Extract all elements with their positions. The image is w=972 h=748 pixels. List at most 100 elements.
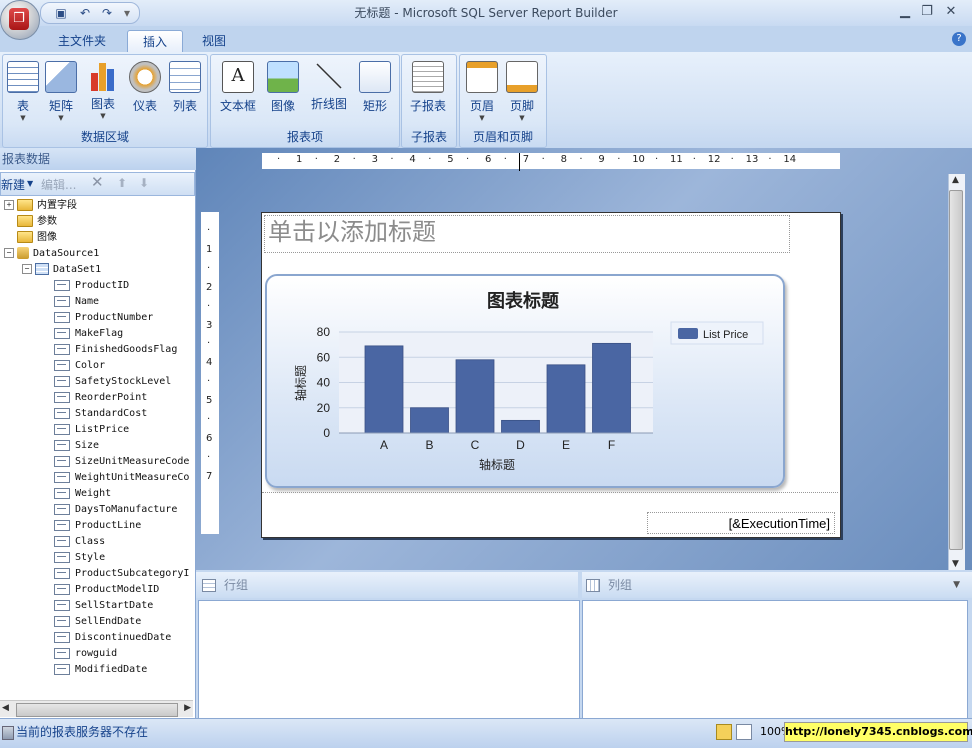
list-button-label: 列表	[172, 99, 197, 113]
textbox-button-label: 文本框	[219, 99, 256, 113]
list-button[interactable]: 列表	[165, 61, 205, 123]
row-groups-header: 行组	[196, 572, 578, 598]
chart-bar	[364, 345, 404, 434]
row-groups-pane[interactable]	[198, 600, 580, 720]
tree-field-label: ProductID	[75, 280, 130, 291]
tree-horizontal-scrollbar[interactable]: ◀ ▶	[0, 700, 193, 717]
tab-view[interactable]: 视图	[190, 30, 238, 52]
tab-home[interactable]: 主文件夹	[46, 30, 118, 52]
ruler-tick-label: 4	[206, 357, 213, 369]
execution-time-textbox[interactable]: [&ExecutionTime]	[647, 512, 835, 534]
ruler-tick-label: 6	[485, 154, 492, 165]
page-footer-button[interactable]: 页脚 ▼	[502, 61, 542, 123]
tree-field[interactable]: SellEndDate	[54, 614, 141, 630]
restore-icon[interactable]: ❐	[918, 4, 936, 20]
scroll-thumb[interactable]	[16, 703, 178, 717]
minimize-icon[interactable]: ▁	[896, 4, 914, 20]
collapse-icon[interactable]: −	[4, 248, 14, 258]
tab-insert[interactable]: 插入	[127, 30, 183, 53]
tree-field[interactable]: ModifiedDate	[54, 662, 147, 678]
help-icon[interactable]: ?	[952, 32, 966, 46]
field-icon	[54, 279, 70, 291]
page-header-button-label: 页眉	[469, 99, 494, 113]
tree-field[interactable]: ProductNumber	[54, 310, 153, 326]
tree-field[interactable]: ProductID	[54, 278, 129, 294]
tree-field[interactable]: WeightUnitMeasureCo	[54, 470, 189, 486]
ruler-tick-label: 6	[206, 433, 213, 444]
ruler-tick-mark: ·	[466, 154, 470, 165]
save-icon[interactable]: ▣	[53, 5, 69, 21]
tree-field[interactable]: ProductLine	[54, 518, 141, 534]
edit-button[interactable]: 编辑...	[41, 176, 76, 193]
textbox-button[interactable]: A 文本框	[217, 61, 259, 123]
page-header-button[interactable]: 页眉 ▼	[462, 61, 502, 123]
tree-field[interactable]: FinishedGoodsFlag	[54, 342, 177, 358]
tree-field-label: SizeUnitMeasureCode	[75, 456, 190, 467]
collapse-icon[interactable]: −	[22, 264, 32, 274]
tree-field[interactable]: Name	[54, 294, 99, 310]
scroll-down-icon[interactable]: ▼	[952, 559, 959, 569]
undo-icon[interactable]: ↶	[77, 5, 93, 21]
tree-field[interactable]: StandardCost	[54, 406, 147, 422]
tree-field[interactable]: ProductModelID	[54, 582, 159, 598]
delete-icon[interactable]: ✕	[91, 173, 104, 191]
image-button[interactable]: 图像	[263, 61, 303, 123]
tree-field[interactable]: Style	[54, 550, 105, 566]
move-down-icon[interactable]: ⬇	[139, 176, 149, 190]
chart-button[interactable]: 图表 ▼	[83, 61, 123, 123]
tree-field[interactable]: MakeFlag	[54, 326, 123, 342]
move-up-icon[interactable]: ⬆	[117, 176, 127, 190]
tree-field[interactable]: ListPrice	[54, 422, 129, 438]
y-tick-label: 40	[317, 376, 331, 390]
tree-dataset[interactable]: − DataSet1	[22, 262, 101, 278]
x-axis-title: 轴标题	[479, 457, 515, 472]
application-button[interactable]: ❒	[0, 0, 40, 40]
scroll-left-icon[interactable]: ◀	[2, 703, 9, 713]
table-button[interactable]: 表 ▼	[3, 61, 43, 123]
new-button[interactable]: 新建	[1, 176, 25, 193]
tree-field[interactable]: DiscontinuedDate	[54, 630, 171, 646]
new-dropdown-icon[interactable]: ▼	[27, 179, 33, 188]
scroll-up-icon[interactable]: ▲	[952, 175, 959, 185]
tree-dataset-label: DataSet1	[53, 264, 102, 275]
tree-field-label: MakeFlag	[75, 328, 124, 339]
qat-dropdown-icon[interactable]: ▾	[119, 5, 135, 21]
line-button[interactable]: 折线图	[307, 61, 351, 123]
chevron-down-icon[interactable]: ▼	[953, 572, 960, 598]
tree-field-label: Name	[75, 296, 100, 307]
rectangle-button[interactable]: 矩形	[355, 61, 395, 123]
tree-field[interactable]: ReorderPoint	[54, 390, 147, 406]
tree-field[interactable]: rowguid	[54, 646, 117, 662]
expand-icon[interactable]: +	[4, 200, 14, 210]
report-title-placeholder[interactable]: 单击以添加标题	[264, 215, 790, 253]
matrix-button[interactable]: 矩阵 ▼	[41, 61, 81, 123]
scroll-right-icon[interactable]: ▶	[184, 703, 191, 713]
ribbon: 表 ▼ 矩阵 ▼ 图表 ▼ 仪表 列表 数据区域 A 文本框 图像 折线图 矩形…	[0, 52, 972, 149]
tree-folder[interactable]: 图像	[4, 230, 57, 246]
design-view-icon[interactable]	[716, 724, 732, 740]
ruler-tick-mark: ·	[503, 154, 507, 165]
tree-field[interactable]: SellStartDate	[54, 598, 153, 614]
gauge-button[interactable]: 仪表	[125, 61, 165, 123]
tree-field[interactable]: DaysToManufacture	[54, 502, 177, 518]
close-icon[interactable]: ✕	[942, 4, 960, 20]
tree-field[interactable]: SafetyStockLevel	[54, 374, 171, 390]
tree-field[interactable]: ProductSubcategoryI	[54, 566, 189, 582]
tree-datasource[interactable]: − DataSource1	[4, 246, 99, 262]
tree-field[interactable]: SizeUnitMeasureCode	[54, 454, 189, 470]
preview-icon[interactable]	[736, 724, 752, 740]
tree-folder[interactable]: 参数	[4, 214, 57, 230]
tree-field[interactable]: Size	[54, 438, 99, 454]
page-footer-button-label: 页脚	[509, 99, 534, 113]
tree-field-label: rowguid	[75, 648, 118, 659]
tree-folder[interactable]: + 内置字段	[4, 198, 77, 214]
redo-icon[interactable]: ↷	[99, 5, 115, 21]
subreport-button[interactable]: 子报表	[408, 61, 448, 123]
scroll-thumb[interactable]	[949, 190, 963, 550]
chart-region[interactable]: 图表标题 0 20 40 60 80 A B C D E F 轴标题 轴标题 List Price	[265, 274, 785, 488]
tree-field[interactable]: Color	[54, 358, 105, 374]
column-groups-pane[interactable]	[582, 600, 968, 720]
field-icon	[54, 615, 70, 627]
tree-field[interactable]: Weight	[54, 486, 111, 502]
tree-field[interactable]: Class	[54, 534, 105, 550]
